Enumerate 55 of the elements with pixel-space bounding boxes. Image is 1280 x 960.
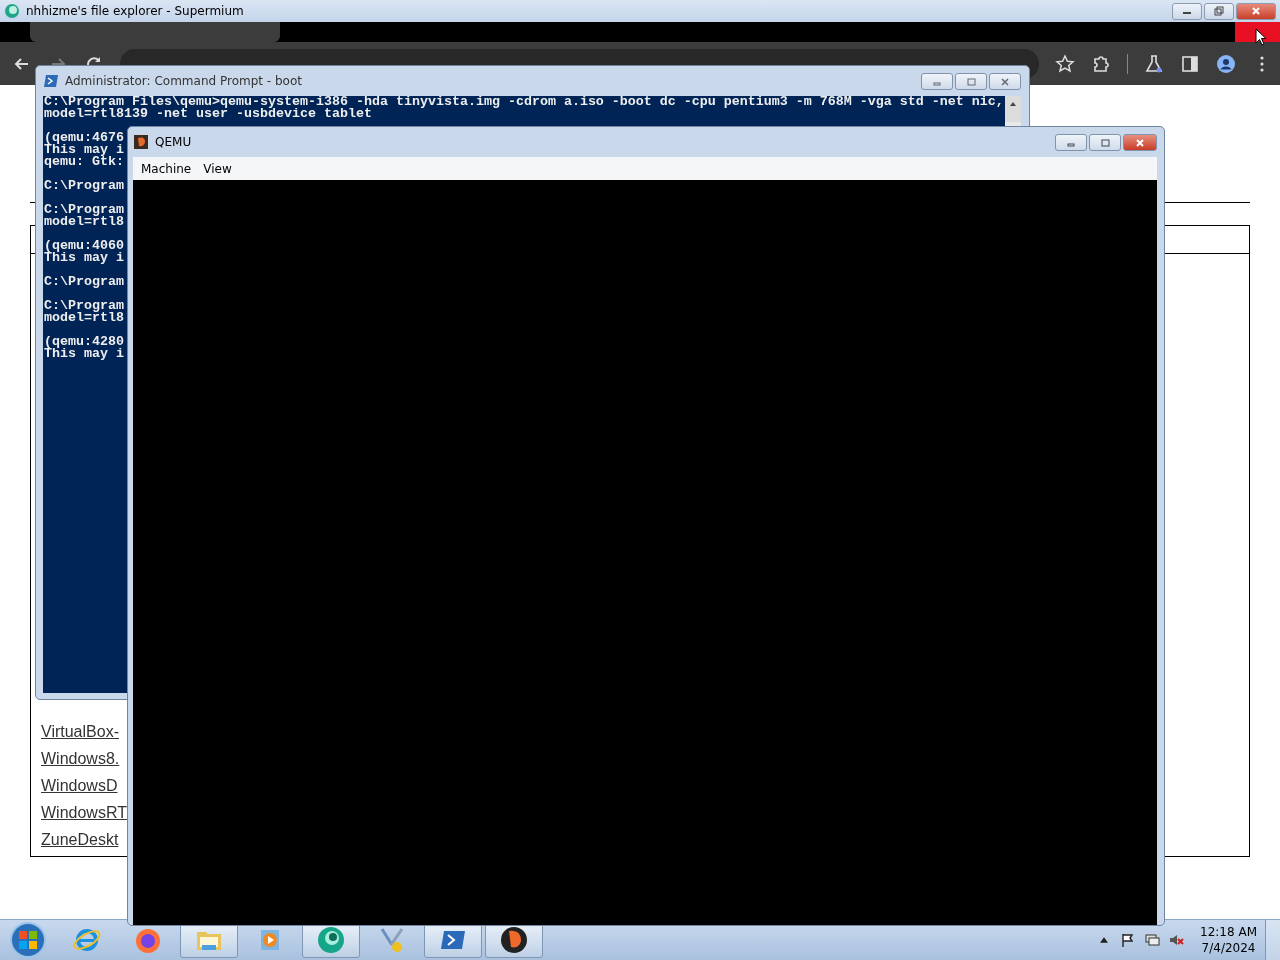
close-button[interactable] xyxy=(1236,2,1276,20)
network-icon[interactable] xyxy=(1144,932,1161,948)
console-line: C:\Program xyxy=(44,180,124,192)
qemu-logo-icon xyxy=(133,134,149,150)
window-title: Administrator: Command Prompt - boot xyxy=(65,74,302,88)
console-line: (qemu:4676 xyxy=(44,132,124,144)
close-button[interactable] xyxy=(989,73,1021,90)
maximize-button[interactable] xyxy=(955,73,987,90)
clock-time: 12:18 AM xyxy=(1200,924,1257,940)
console-line: qemu: Gtk: xyxy=(44,156,124,168)
close-button[interactable] xyxy=(1123,134,1157,151)
menu-item[interactable]: View xyxy=(199,161,236,176)
scroll-up-button[interactable] xyxy=(1005,96,1021,122)
bookmark-star-icon[interactable] xyxy=(1055,53,1075,74)
console-line: C:\Program xyxy=(44,276,124,288)
console-line: model=rtl8 xyxy=(44,312,124,324)
file-link[interactable]: VirtualBox- xyxy=(41,718,119,745)
window-title: QEMU xyxy=(155,135,192,149)
side-panel-icon[interactable] xyxy=(1180,53,1200,74)
file-link[interactable]: WindowsD xyxy=(41,772,118,799)
console-line: This may i xyxy=(44,348,124,360)
flask-icon[interactable] xyxy=(1144,53,1164,74)
console-line: C:\Program xyxy=(44,204,124,216)
console-line: (qemu:4280 xyxy=(44,336,124,348)
console-line: model=rtl8139 -net user -usbdevice tablet xyxy=(44,108,372,120)
file-link[interactable]: ZuneDeskt xyxy=(41,826,119,853)
file-link[interactable]: WindowsRT xyxy=(41,799,127,826)
console-line: C:\Program Files\qemu>qemu-system-i386 -hda tinyvista.img -cdrom a.iso -boot dc -cpu pentium3 -m 768M -vga std -net nic, xyxy=(44,96,1004,108)
muted-speaker-icon[interactable] xyxy=(1168,932,1185,948)
close-icon xyxy=(1000,76,1010,87)
close-icon xyxy=(1135,137,1145,148)
restore-button[interactable] xyxy=(1204,2,1234,20)
terminal-icon xyxy=(43,73,59,89)
qemu-logo-icon xyxy=(499,925,529,955)
console-line: (qemu:4060 xyxy=(44,240,124,252)
maximize-icon xyxy=(1100,137,1110,148)
file-link[interactable]: Windows8. xyxy=(41,745,120,772)
puzzle-icon[interactable] xyxy=(1091,53,1111,74)
maximize-button[interactable] xyxy=(1089,134,1121,151)
start-button[interactable] xyxy=(8,920,48,960)
cursor-icon xyxy=(1255,28,1267,46)
maximize-icon xyxy=(966,76,976,87)
console-line: This may i xyxy=(44,144,124,156)
window-title: nhhizme's file explorer - Supermium xyxy=(26,4,244,18)
menu-item[interactable]: Machine xyxy=(137,161,196,176)
browser-logo-icon xyxy=(4,3,20,19)
console-line: model=rtl8 xyxy=(44,216,124,228)
profile-icon[interactable] xyxy=(1216,53,1236,74)
browser-logo-icon xyxy=(316,925,346,955)
clock-date: 7/4/2024 xyxy=(1201,940,1256,956)
close-icon xyxy=(1251,6,1261,16)
console-line: This may i xyxy=(44,252,124,264)
restore-icon xyxy=(1214,6,1224,16)
console-line: C:\Program xyxy=(44,300,124,312)
minimize-button[interactable] xyxy=(1172,2,1202,20)
